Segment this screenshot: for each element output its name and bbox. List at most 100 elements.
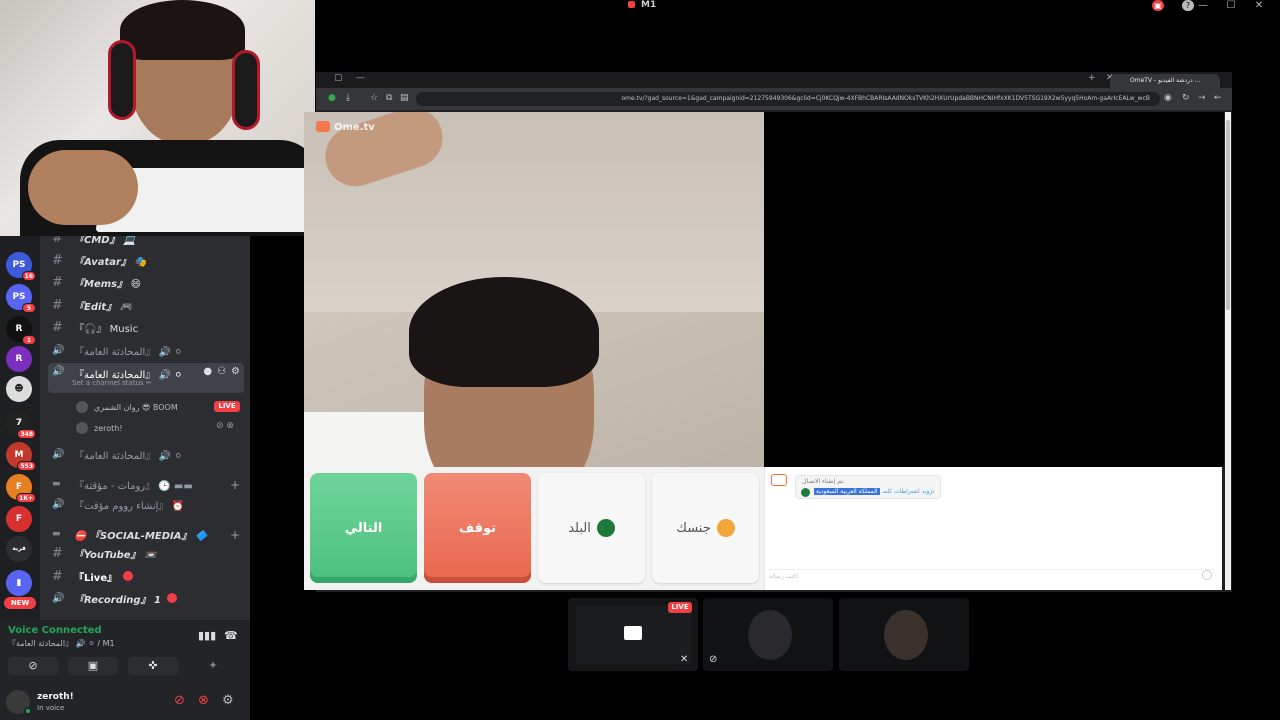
next-button[interactable]: التالي: [310, 473, 417, 583]
scrollbar-thumb[interactable]: [1226, 120, 1230, 310]
new-badge: NEW: [4, 597, 36, 609]
tab-search-icon[interactable]: ▢: [334, 73, 343, 83]
screen-share-button[interactable]: ▣: [68, 657, 118, 675]
gear-icon[interactable]: ⚙: [222, 693, 234, 708]
text-channel-icon: #: [52, 274, 63, 290]
soundboard-button[interactable]: ✦: [188, 657, 238, 675]
mention-badge: 16: [21, 271, 36, 281]
gender-button[interactable]: جنسك: [652, 473, 759, 583]
muted-icon: ⊘ ⊗: [216, 421, 234, 431]
emoji-icon[interactable]: [1202, 570, 1212, 580]
server-icon[interactable]: قرية: [6, 536, 32, 562]
add-channel-icon[interactable]: +: [230, 528, 240, 542]
folder-icon[interactable]: ▮: [6, 570, 32, 596]
camera-button[interactable]: ⊘: [8, 657, 58, 675]
channel-status[interactable]: Set a channel status ✏: [72, 379, 152, 387]
disconnect-icon[interactable]: ☎: [224, 629, 238, 642]
voice-channel-name[interactable]: 『المحادثة العامة』 🔊 ⚪ / M1: [8, 638, 115, 649]
voice-channel-item[interactable]: 🔊 『المحادثة العامة』 🔊 ⚪: [52, 341, 242, 359]
page-scrollbar[interactable]: [1225, 112, 1231, 590]
voice-channel-item[interactable]: 🔊 『المحادثة العامة』 🔊 ⚪: [52, 445, 242, 463]
text-channel-icon: #: [52, 568, 63, 584]
speaker-icon: 🔊: [52, 592, 65, 604]
terms-link[interactable]: تزويد اشتراطات كلمـ: [882, 488, 934, 495]
speaker-icon: 🔊: [52, 366, 65, 377]
add-channel-icon[interactable]: +: [230, 478, 240, 492]
live-badge: LIVE: [668, 602, 692, 613]
back-icon[interactable]: ←: [1214, 93, 1222, 103]
headphones-muted-icon[interactable]: ⊗: [198, 693, 209, 708]
stream-thumbnail[interactable]: LIVE ✕: [568, 598, 698, 671]
active-voice-channel[interactable]: 🔊 『المحادثة العامة』 🔊 ⚪ Set a channel st…: [48, 363, 244, 393]
saudi-flag-icon: [596, 519, 615, 537]
server-icon[interactable]: F 1K+: [6, 474, 36, 503]
category-item[interactable]: ▬ 『رومات - مؤقتة』 🕒 ▬▬: [52, 475, 242, 493]
reload-icon[interactable]: ↻: [1182, 93, 1190, 103]
voice-channel-item[interactable]: 🔊 『Recording』 1: [52, 589, 242, 607]
star-icon[interactable]: ☆: [370, 93, 378, 103]
stop-button[interactable]: توقف: [424, 473, 531, 583]
new-tab-icon[interactable]: +: [1088, 73, 1096, 83]
category-icon: ▬: [52, 529, 61, 539]
chat-icon[interactable]: ●: [203, 366, 212, 377]
mic-muted-icon[interactable]: ⊘: [174, 693, 185, 708]
screen: M1 ▣ ? — ☐ ✕ PS 16 PS 5 R1 R ☻ 7 348 M 553 F…: [0, 0, 1280, 720]
channel-item[interactable]: # 『Avatar』 🎭: [52, 251, 242, 269]
url-input[interactable]: ome.tv/?gad_source=1&gad_campaignid=2127…: [416, 92, 1160, 106]
help-icon[interactable]: ?: [1182, 0, 1194, 11]
gear-icon[interactable]: ⚙: [231, 366, 240, 377]
channel-item[interactable]: # 『Edit』 🎮: [52, 296, 242, 314]
webcam-hair: [120, 0, 245, 60]
system-message: تم إنشاء الاتصال. المملكة العربية السعود…: [795, 475, 941, 499]
chat-input[interactable]: اكتب رسالة: [769, 569, 1215, 583]
channel-item[interactable]: # 『🎧』 Music: [52, 318, 242, 336]
maximize-button[interactable]: ☐: [1224, 0, 1238, 11]
minimize-button[interactable]: —: [1196, 0, 1210, 11]
text-channel-icon: #: [52, 319, 63, 335]
channel-item[interactable]: # 『YouTube』 📼: [52, 544, 242, 562]
server-icon[interactable]: R1: [6, 316, 36, 345]
tab-strip: ▢ — + ✕ OmeTV - دردشة الفيديو ...: [316, 72, 1232, 88]
minimize-icon[interactable]: —: [356, 73, 365, 83]
mention-badge: 5: [22, 303, 36, 313]
voice-user[interactable]: روان الشمري 😎 BOOM: [76, 398, 178, 416]
participant-tile[interactable]: [839, 598, 969, 671]
live-dot-icon: [123, 571, 134, 581]
speaker-icon: 🔊: [52, 344, 65, 356]
webcam-hand: [28, 150, 138, 225]
avatar: [76, 401, 88, 413]
activity-button[interactable]: ✜: [128, 657, 178, 675]
voice-status[interactable]: Voice Connected: [8, 625, 102, 636]
server-icon[interactable]: 7 348: [6, 410, 36, 439]
signal-icon[interactable]: ▮▮▮: [198, 629, 216, 642]
channel-item[interactable]: # 『Mems』 😄: [52, 273, 242, 291]
voice-user[interactable]: zeroth!: [76, 419, 123, 437]
server-icon[interactable]: F: [6, 506, 32, 532]
download-icon[interactable]: ⤓: [346, 93, 350, 103]
screenshot-icon[interactable]: ⧉: [386, 93, 392, 103]
inbox-icon[interactable]: ▣: [1152, 0, 1164, 11]
cast-icon[interactable]: ▤: [400, 93, 409, 103]
selected-text: المملكة العربية السعودية: [814, 488, 880, 495]
tab-ometv[interactable]: OmeTV - دردشة الفيديو ...: [1110, 74, 1220, 88]
server-icon[interactable]: R: [6, 346, 32, 372]
voice-channel-item[interactable]: 🔊 『إنشاء رووم مؤقت』 ⏰: [52, 495, 242, 513]
forward-icon[interactable]: →: [1198, 93, 1206, 103]
country-button[interactable]: البلد: [538, 473, 645, 583]
ometv-small-logo: [771, 474, 787, 486]
site-info-icon[interactable]: ◉: [1164, 93, 1172, 103]
server-icon[interactable]: ☻: [6, 376, 32, 402]
category-item[interactable]: ▬ ⛔ 『SOCIAL-MEDIA』 🔷: [52, 525, 242, 543]
invite-icon[interactable]: ⚇: [217, 366, 226, 377]
volume-muted-icon[interactable]: ✕: [680, 654, 688, 665]
close-button[interactable]: ✕: [1252, 0, 1266, 11]
window-controls: — ☐ ✕: [1196, 0, 1266, 11]
online-status-icon: [24, 707, 32, 715]
server-icon[interactable]: M 553: [6, 442, 36, 471]
server-icon[interactable]: PS 16: [6, 252, 36, 281]
channel-item[interactable]: # 『Live』: [52, 567, 242, 585]
server-icon[interactable]: PS 5: [6, 284, 36, 313]
user-status: In voice: [37, 704, 65, 712]
extension-icon[interactable]: ●: [328, 93, 336, 103]
participant-tile[interactable]: ⊘: [703, 598, 833, 671]
